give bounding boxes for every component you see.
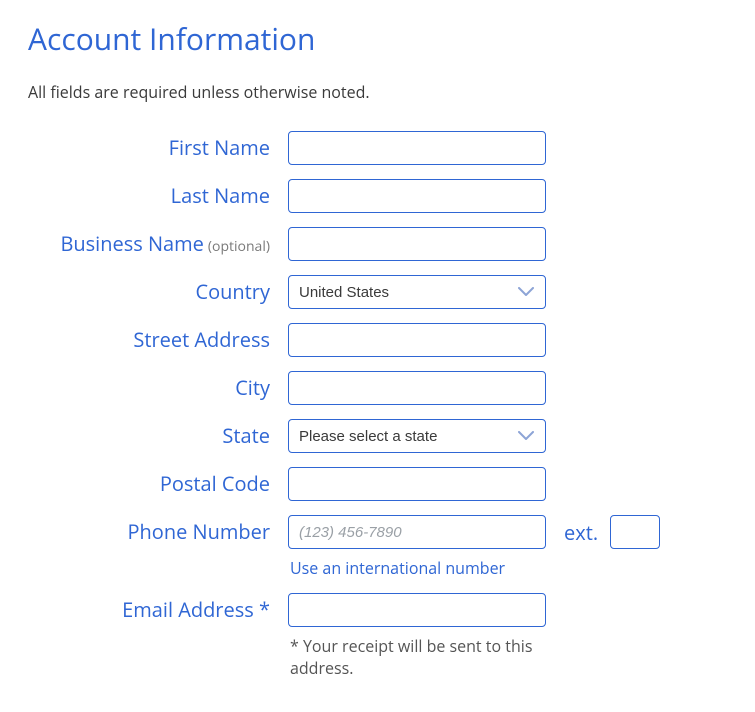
label-first-name: First Name (28, 136, 288, 160)
email-address-input[interactable] (288, 593, 546, 627)
phone-number-input[interactable] (288, 515, 546, 549)
required-note: All fields are required unless otherwise… (28, 81, 727, 103)
label-optional: (optional) (208, 237, 270, 256)
label-business-name-text: Business Name (60, 230, 203, 257)
label-country: Country (28, 280, 288, 304)
label-last-name: Last Name (28, 184, 288, 208)
international-number-link[interactable]: Use an international number (288, 557, 546, 579)
last-name-input[interactable] (288, 179, 546, 213)
label-ext: ext. (564, 519, 598, 546)
row-phone-number: Phone Number ext. (28, 515, 727, 549)
row-first-name: First Name (28, 131, 727, 165)
label-business-name: Business Name (optional) (28, 232, 288, 256)
postal-code-input[interactable] (288, 467, 546, 501)
label-state: State (28, 424, 288, 448)
business-name-input[interactable] (288, 227, 546, 261)
city-input[interactable] (288, 371, 546, 405)
label-city: City (28, 376, 288, 400)
label-street-address: Street Address (28, 328, 288, 352)
first-name-input[interactable] (288, 131, 546, 165)
row-business-name: Business Name (optional) (28, 227, 727, 261)
row-email-address: Email Address * (28, 593, 727, 627)
row-email-note: * Your receipt will be sent to this addr… (28, 635, 727, 680)
row-country: Country United States (28, 275, 727, 309)
email-receipt-note: * Your receipt will be sent to this addr… (288, 635, 546, 680)
row-city: City (28, 371, 727, 405)
label-phone-number: Phone Number (28, 520, 288, 544)
label-postal-code: Postal Code (28, 472, 288, 496)
row-postal-code: Postal Code (28, 467, 727, 501)
row-last-name: Last Name (28, 179, 727, 213)
state-select[interactable]: Please select a state (288, 419, 546, 453)
row-street-address: Street Address (28, 323, 727, 357)
row-state: State Please select a state (28, 419, 727, 453)
country-select[interactable]: United States (288, 275, 546, 309)
street-address-input[interactable] (288, 323, 546, 357)
label-email-address: Email Address * (28, 598, 288, 622)
page-title: Account Information (28, 18, 727, 59)
ext-input[interactable] (610, 515, 660, 549)
row-intl-link: Use an international number (28, 557, 727, 579)
